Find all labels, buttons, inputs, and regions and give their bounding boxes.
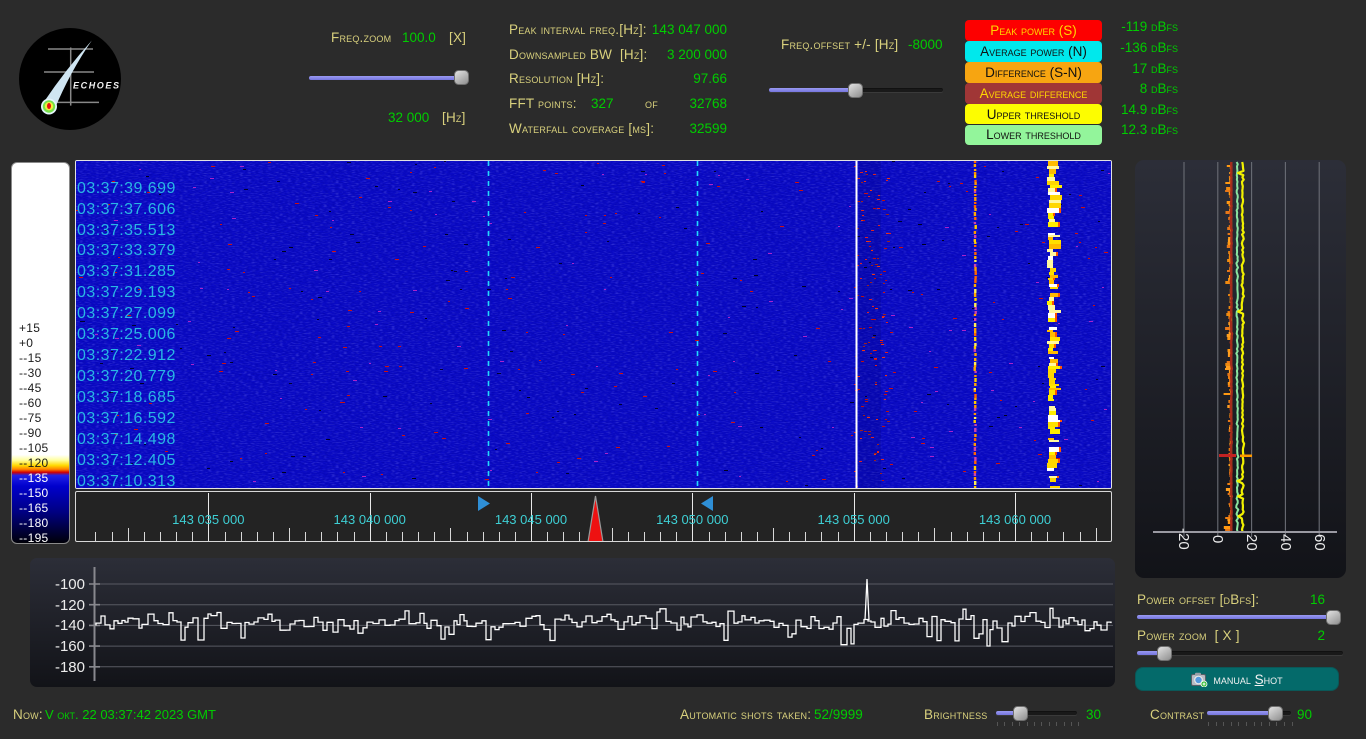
svg-text:ECHOES: ECHOES	[73, 81, 121, 91]
